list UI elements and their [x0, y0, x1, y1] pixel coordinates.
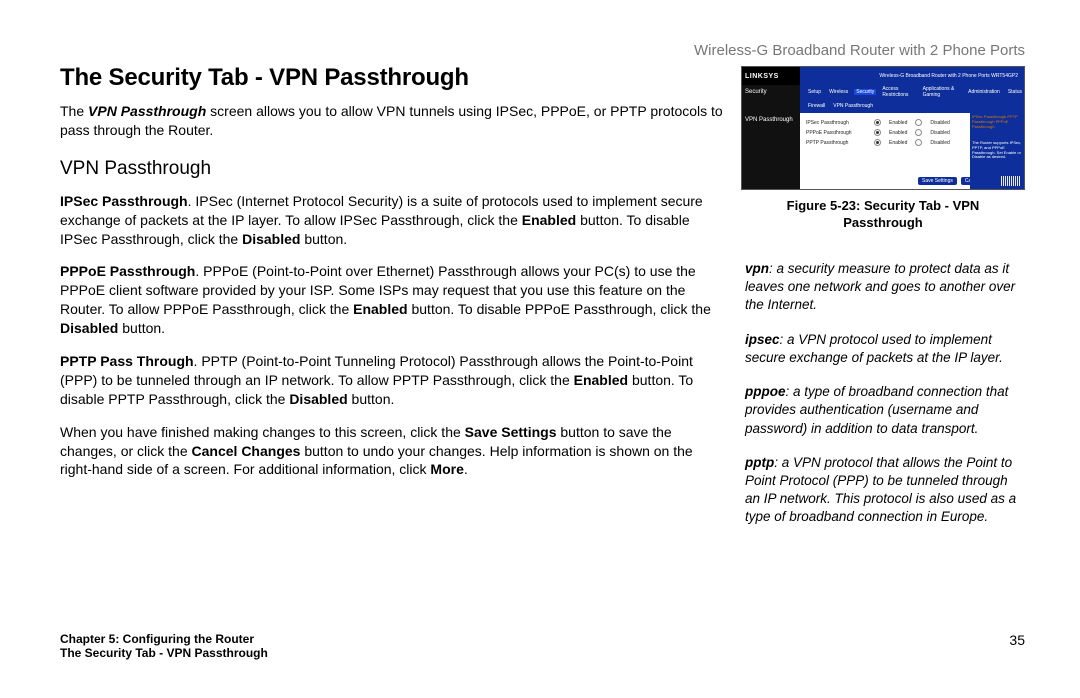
closing-text4: .	[464, 461, 468, 477]
def-term: pptp	[745, 455, 774, 470]
cisco-icon	[1001, 176, 1021, 186]
fig-nav: Setup Wireless Security Access Restricti…	[800, 85, 1024, 113]
fig-en: Enabled	[889, 130, 907, 136]
fig-nav-item: Wireless	[827, 89, 850, 95]
def-term: vpn	[745, 261, 769, 276]
footer-chapter: Chapter 5: Configuring the Router	[60, 632, 1025, 646]
pptp-label: PPTP Pass Through	[60, 353, 194, 369]
product-header: Wireless-G Broadband Router with 2 Phone…	[694, 42, 1025, 59]
fig-row-label: IPSec Passthrough	[806, 120, 866, 126]
fig-nav-item: Administration	[966, 89, 1002, 95]
ipsec-text3: button.	[300, 231, 347, 247]
figure-caption-l2: Passthrough	[843, 215, 922, 230]
fig-subnav-item: VPN Passthrough	[831, 103, 875, 109]
section-heading: VPN Passthrough	[60, 158, 725, 180]
figure-caption: Figure 5-23: Security Tab - VPN Passthro…	[741, 198, 1025, 232]
pppoe-text3: button.	[118, 320, 165, 336]
def-ipsec: ipsec: a VPN protocol used to implement …	[745, 331, 1025, 367]
def-body: : a security measure to protect data as …	[745, 261, 1015, 312]
fig-nav-item: Access Restrictions	[880, 86, 916, 98]
fig-row: PPPoE Passthrough Enabled Disabled	[806, 129, 950, 136]
radio-icon	[915, 119, 922, 126]
fig-side-top: IPSec Passthrough PPTP Passthrough PPPoE…	[970, 113, 1024, 141]
def-term: ipsec	[745, 332, 780, 347]
fig-left-label-1: Security	[742, 85, 800, 99]
enabled-word: Enabled	[353, 301, 407, 317]
def-vpn: vpn: a security measure to protect data …	[745, 260, 1025, 315]
save-word: Save Settings	[465, 424, 557, 440]
figure-caption-l1: Figure 5-23: Security Tab - VPN	[787, 198, 980, 213]
pppoe-text2: button. To disable PPPoE Passthrough, cl…	[408, 301, 711, 317]
fig-sidebar: IPSec Passthrough PPTP Passthrough PPPoE…	[970, 113, 1024, 189]
ipsec-paragraph: IPSec Passthrough. IPSec (Internet Proto…	[60, 192, 725, 249]
fig-row: IPSec Passthrough Enabled Disabled	[806, 119, 950, 126]
pppoe-paragraph: PPPoE Passthrough. PPPoE (Point-to-Point…	[60, 262, 725, 338]
fig-row-label: PPTP Passthrough	[806, 140, 866, 146]
disabled-word: Disabled	[242, 231, 300, 247]
fig-side-text: The Router supports IPSec, PPTP, and PPP…	[972, 141, 1022, 160]
disabled-word: Disabled	[60, 320, 118, 336]
footer-page: 35	[1009, 632, 1025, 648]
page-title: The Security Tab - VPN Passthrough	[60, 64, 725, 92]
fig-left-column: Security VPN Passthrough	[742, 85, 800, 189]
more-word: More	[430, 461, 463, 477]
ipsec-label: IPSec Passthrough	[60, 193, 188, 209]
enabled-word: Enabled	[522, 212, 576, 228]
intro-pre: The	[60, 103, 88, 119]
fig-en: Enabled	[889, 140, 907, 146]
fig-nav-item: Setup	[806, 89, 823, 95]
pptp-paragraph: PPTP Pass Through. PPTP (Point-to-Point …	[60, 352, 725, 409]
fig-dis: Disabled	[930, 140, 949, 146]
fig-nav-item: Applications & Gaming	[921, 86, 962, 98]
fig-en: Enabled	[889, 120, 907, 126]
footer: Chapter 5: Configuring the Router The Se…	[60, 632, 1025, 660]
fig-nav-item: Status	[1006, 89, 1024, 95]
fig-dis: Disabled	[930, 130, 949, 136]
definitions-column: vpn: a security measure to protect data …	[745, 260, 1025, 543]
fig-dis: Disabled	[930, 120, 949, 126]
intro-term: VPN Passthrough	[88, 103, 206, 119]
disabled-word: Disabled	[289, 391, 347, 407]
radio-icon	[874, 139, 881, 146]
def-body: : a VPN protocol used to implement secur…	[745, 332, 1003, 365]
closing-paragraph: When you have finished making changes to…	[60, 423, 725, 480]
intro-paragraph: The VPN Passthrough screen allows you to…	[60, 102, 725, 140]
radio-icon	[874, 129, 881, 136]
footer-subline: The Security Tab - VPN Passthrough	[60, 646, 1025, 660]
figure-screenshot: LINKSYS Wireless-G Broadband Router with…	[741, 66, 1025, 190]
cancel-word: Cancel Changes	[192, 443, 301, 459]
def-term: pppoe	[745, 384, 786, 399]
def-pptp: pptp: a VPN protocol that allows the Poi…	[745, 454, 1025, 527]
pptp-text3: button.	[348, 391, 395, 407]
fig-row: PPTP Passthrough Enabled Disabled	[806, 139, 950, 146]
radio-icon	[915, 139, 922, 146]
fig-left-label-2: VPN Passthrough	[742, 113, 800, 127]
fig-banner: Wireless-G Broadband Router with 2 Phone…	[800, 67, 1024, 85]
enabled-word: Enabled	[574, 372, 628, 388]
fig-nav-item: Security	[854, 89, 876, 95]
radio-icon	[874, 119, 881, 126]
def-pppoe: pppoe: a type of broadband connection th…	[745, 383, 1025, 438]
def-body: : a VPN protocol that allows the Point t…	[745, 455, 1016, 525]
fig-subnav-item: Firewall	[806, 103, 827, 109]
fig-row-label: PPPoE Passthrough	[806, 130, 866, 136]
radio-icon	[915, 129, 922, 136]
fig-logo: LINKSYS	[742, 67, 800, 85]
fig-save-button: Save Settings	[918, 177, 957, 185]
figure: LINKSYS Wireless-G Broadband Router with…	[741, 66, 1025, 232]
pppoe-label: PPPoE Passthrough	[60, 263, 195, 279]
closing-text1: When you have finished making changes to…	[60, 424, 465, 440]
